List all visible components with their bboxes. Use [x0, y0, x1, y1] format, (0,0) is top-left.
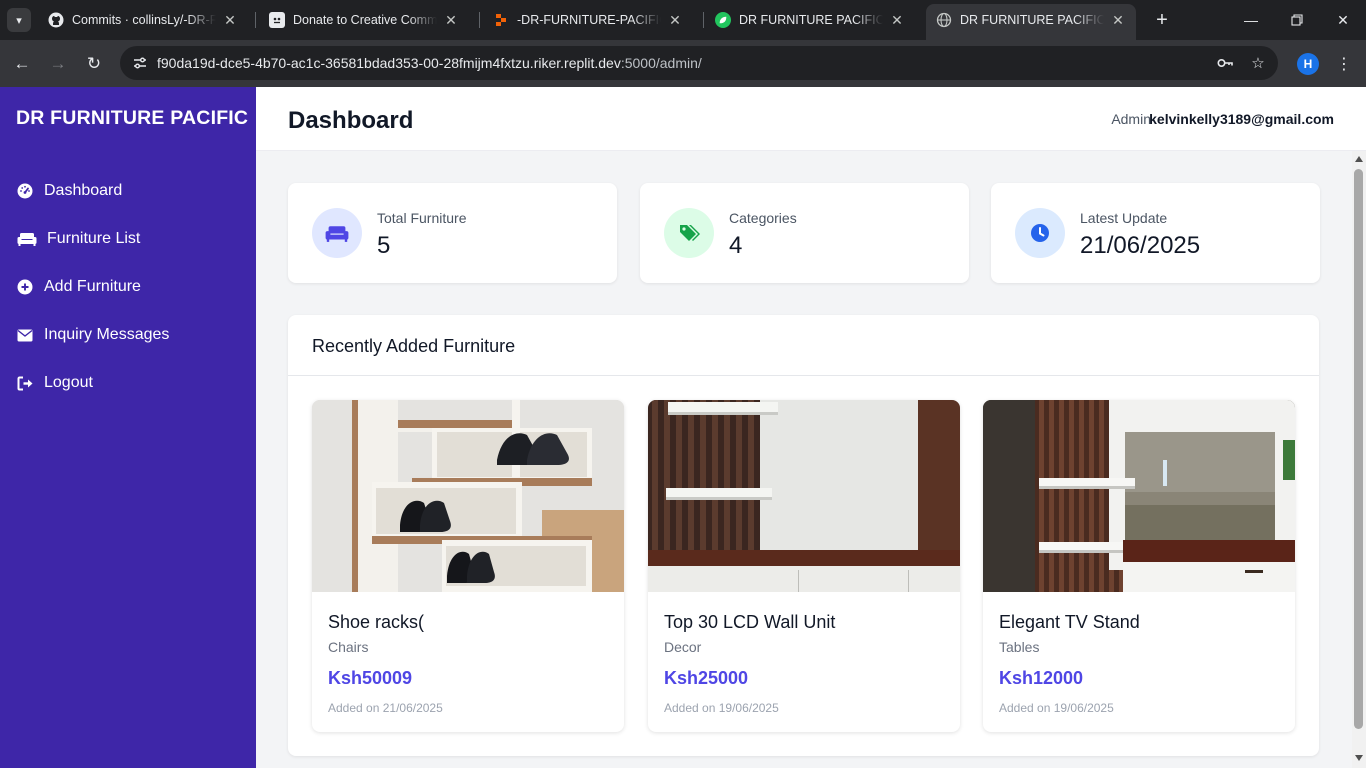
close-icon[interactable]: ✕: [667, 12, 683, 29]
reload-button[interactable]: ↻: [80, 50, 108, 78]
panel-title: Recently Added Furniture: [312, 336, 516, 356]
logout-icon: [16, 374, 34, 392]
furniture-image: [648, 400, 960, 592]
furniture-added-date: Added on 21/06/2025: [328, 701, 443, 715]
sidebar-item-label: Logout: [44, 374, 93, 391]
sidebar-item-add-furniture[interactable]: Add Furniture: [16, 275, 141, 299]
site-settings-icon[interactable]: [128, 51, 152, 75]
furniture-card[interactable]: Shoe racks( Chairs Ksh50009 Added on 21/…: [312, 400, 624, 732]
stat-label: Latest Update: [1080, 210, 1168, 226]
admin-header: Dashboard Admin kelvinkelly3189@gmail.co…: [256, 87, 1366, 151]
sidebar-item-label: Dashboard: [44, 182, 123, 199]
plus-circle-icon: [16, 278, 34, 296]
envelope-icon: [16, 326, 34, 344]
brand-title: DR FURNITURE PACIFIC: [16, 107, 249, 129]
furniture-category: Chairs: [328, 639, 369, 655]
furniture-card[interactable]: Elegant TV Stand Tables Ksh12000 Added o…: [983, 400, 1295, 732]
furniture-image: [983, 400, 1295, 592]
furniture-category: Decor: [664, 639, 702, 655]
sidebar-item-dashboard[interactable]: Dashboard: [16, 179, 122, 203]
browser-menu-icon[interactable]: ⋮: [1332, 52, 1356, 76]
gauge-icon: [16, 182, 34, 200]
sidebar-item-label: Add Furniture: [44, 278, 141, 295]
clock-icon: [1015, 208, 1065, 258]
furniture-price: Ksh25000: [664, 668, 749, 688]
admin-email: kelvinkelly3189@gmail.com: [1149, 111, 1334, 127]
restore-button[interactable]: [1274, 0, 1320, 40]
scroll-thumb[interactable]: [1354, 169, 1363, 729]
bookmark-star-icon[interactable]: ☆: [1246, 51, 1270, 75]
stat-value: 5: [377, 232, 391, 259]
browser-toolbar: ← → ↻ f90da19d-dce5-4b70-ac1c-36581bdad3…: [0, 40, 1366, 87]
minimize-button[interactable]: —: [1228, 0, 1274, 40]
stat-value: 21/06/2025: [1080, 232, 1201, 259]
close-icon[interactable]: ✕: [222, 12, 238, 29]
back-button[interactable]: ←: [8, 50, 36, 78]
tab-title: -DR-FURNITURE-PACIFIC - Replit: [517, 13, 661, 27]
furniture-name[interactable]: Top 30 LCD Wall Unit: [664, 612, 835, 633]
furniture-category: Tables: [999, 639, 1040, 655]
tags-icon: [664, 208, 714, 258]
tab-title: DR FURNITURE PACIFIC - Quality Furniture: [739, 13, 883, 27]
tab-title: Commits · collinsLy/-DR-FURNITURE-PACIFI…: [72, 13, 216, 27]
url-path: :5000/admin/: [620, 55, 702, 71]
furniture-name[interactable]: Elegant TV Stand: [999, 612, 1140, 633]
close-icon[interactable]: ✕: [1110, 12, 1126, 29]
admin-sidebar: DR FURNITURE PACIFIC Dashboard Furniture…: [0, 87, 256, 768]
sidebar-item-furniture-list[interactable]: Furniture List: [16, 227, 140, 251]
recent-furniture-panel: Recently Added Furniture Shoe racks(Cha…: [288, 315, 1319, 756]
furniture-added-date: Added on 19/06/2025: [999, 701, 1114, 715]
stat-label: Categories: [729, 210, 797, 226]
globe-icon: [936, 12, 952, 28]
address-bar[interactable]: f90da19d-dce5-4b70-ac1c-36581bdad353-00-…: [120, 46, 1278, 80]
url-host: f90da19d-dce5-4b70-ac1c-36581bdad353-00-…: [157, 55, 621, 71]
stat-label: Total Furniture: [377, 210, 467, 226]
couch-icon: [312, 208, 362, 258]
tab-admin[interactable]: DR FURNITURE PACIFIC - Admin ✕: [926, 4, 1136, 40]
sidebar-item-logout[interactable]: Logout: [16, 371, 93, 395]
tab-search-button[interactable]: ▾: [7, 8, 31, 32]
stat-card-total-furniture: Total Furniture 5: [288, 183, 617, 283]
stat-value: 4: [729, 232, 743, 259]
close-icon[interactable]: ✕: [889, 12, 905, 29]
tab-storefront[interactable]: DR FURNITURE PACIFIC - Quality Furniture…: [705, 6, 915, 34]
new-tab-button[interactable]: +: [1150, 8, 1174, 32]
furniture-name[interactable]: Shoe racks(: [328, 612, 424, 633]
close-window-button[interactable]: ✕: [1320, 0, 1366, 40]
creative-commons-icon: [269, 12, 285, 28]
password-key-icon[interactable]: [1213, 51, 1237, 75]
sidebar-item-label: Inquiry Messages: [44, 326, 170, 343]
close-icon[interactable]: ✕: [443, 12, 459, 29]
tab-title: DR FURNITURE PACIFIC - Admin: [960, 13, 1104, 27]
page-title: Dashboard: [288, 107, 414, 134]
url-text: f90da19d-dce5-4b70-ac1c-36581bdad353-00-…: [157, 55, 702, 71]
scroll-down-arrow[interactable]: [1355, 755, 1363, 761]
furniture-price: Ksh12000: [999, 668, 1084, 688]
leaf-icon: [715, 12, 731, 28]
forward-button[interactable]: →: [44, 50, 72, 78]
replit-icon: [493, 12, 509, 28]
stat-card-categories: Categories 4: [640, 183, 969, 283]
tab-title: Donate to Creative Commons: [293, 13, 437, 27]
scroll-up-arrow[interactable]: [1355, 156, 1363, 162]
admin-role-label: Admin: [1111, 111, 1151, 127]
github-icon: [48, 12, 64, 28]
furniture-image: [312, 400, 624, 592]
page-scrollbar[interactable]: [1352, 151, 1366, 768]
panel-header: Recently Added Furniture: [288, 315, 1319, 376]
browser-tab-strip: ▾ Commits · collinsLy/-DR-FURNITURE-PACI…: [0, 0, 1366, 40]
furniture-added-date: Added on 19/06/2025: [664, 701, 779, 715]
couch-icon: [16, 230, 38, 248]
furniture-price: Ksh50009: [328, 668, 413, 688]
tab-creative-commons[interactable]: Donate to Creative Commons ✕: [259, 6, 469, 34]
stat-card-latest-update: Latest Update 21/06/2025: [991, 183, 1320, 283]
profile-avatar[interactable]: H: [1297, 53, 1319, 75]
tab-github-commits[interactable]: Commits · collinsLy/-DR-FURNITURE-PACIFI…: [38, 6, 248, 34]
tab-replit[interactable]: -DR-FURNITURE-PACIFIC - Replit ✕: [483, 6, 693, 34]
sidebar-item-label: Furniture List: [47, 230, 141, 247]
furniture-card[interactable]: Top 30 LCD Wall Unit Decor Ksh25000 Adde…: [648, 400, 960, 732]
sidebar-item-inquiry-messages[interactable]: Inquiry Messages: [16, 323, 169, 347]
